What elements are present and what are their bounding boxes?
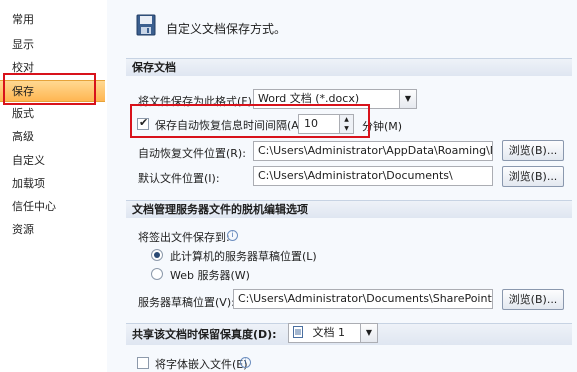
radio-dot	[154, 252, 160, 258]
option-web-server-label: Web 服务器(W)	[170, 269, 250, 282]
browse-default-button[interactable]: 浏览(B)...	[502, 166, 564, 187]
radio-server-drafts[interactable]	[151, 249, 163, 261]
highlight-autorecover	[130, 104, 370, 138]
highlight-save-item	[3, 73, 96, 105]
sidebar-item-trust-center[interactable]: 信任中心	[0, 196, 105, 218]
autorecover-location-field[interactable]: C:\Users\Administrator\AppData\Roaming\M…	[253, 141, 493, 161]
fidelity-label: 共享该文档时保留保真度(D):	[132, 328, 277, 341]
autorecover-location-label: 自动恢复文件位置(R):	[138, 147, 246, 160]
drafts-location-field[interactable]: C:\Users\Administrator\Documents\SharePo…	[233, 289, 493, 309]
sidebar-item-resources[interactable]: 资源	[0, 219, 105, 241]
checkin-label: 将签出文件保存到:	[138, 231, 230, 244]
document-icon	[293, 326, 303, 338]
default-location-field[interactable]: C:\Users\Administrator\Documents\	[253, 166, 493, 186]
fidelity-document-value: 文档 1	[312, 326, 346, 339]
drafts-location-label: 服务器草稿位置(V):	[138, 296, 235, 309]
options-sidebar: 常用 显示 校对 保存 版式 高级 自定义 加载项 信任中心 资源	[0, 0, 108, 372]
fidelity-document-select[interactable]: 文档 1 ▼	[288, 323, 378, 343]
sidebar-item-display[interactable]: 显示	[0, 34, 105, 56]
info-icon: i	[227, 230, 238, 241]
sidebar-item-customize[interactable]: 自定义	[0, 150, 105, 172]
embed-fonts-checkbox[interactable]	[137, 357, 149, 369]
sidebar-item-advanced[interactable]: 高级	[0, 126, 105, 148]
info-icon: i	[240, 357, 251, 368]
section-save-documents: 保存文档	[126, 58, 572, 76]
option-server-drafts-label: 此计算机的服务器草稿位置(L)	[170, 250, 317, 263]
browse-drafts-button[interactable]: 浏览(B)...	[502, 289, 564, 310]
chevron-down-icon[interactable]: ▼	[360, 324, 377, 342]
embed-fonts-label: 将字体嵌入文件(E)	[155, 358, 248, 371]
page-title: 自定义文档保存方式。	[166, 22, 287, 36]
chevron-down-icon[interactable]: ▼	[399, 90, 416, 108]
sidebar-item-layout[interactable]: 版式	[0, 103, 105, 125]
save-icon	[136, 14, 156, 36]
section-offline-editing: 文档管理服务器文件的脱机编辑选项	[126, 200, 572, 218]
sidebar-item-common[interactable]: 常用	[0, 9, 105, 31]
radio-web-server[interactable]	[151, 268, 163, 280]
default-location-label: 默认文件位置(I):	[138, 172, 220, 185]
sidebar-item-addins[interactable]: 加载项	[0, 173, 105, 195]
browse-autorecover-button[interactable]: 浏览(B)...	[502, 140, 564, 161]
